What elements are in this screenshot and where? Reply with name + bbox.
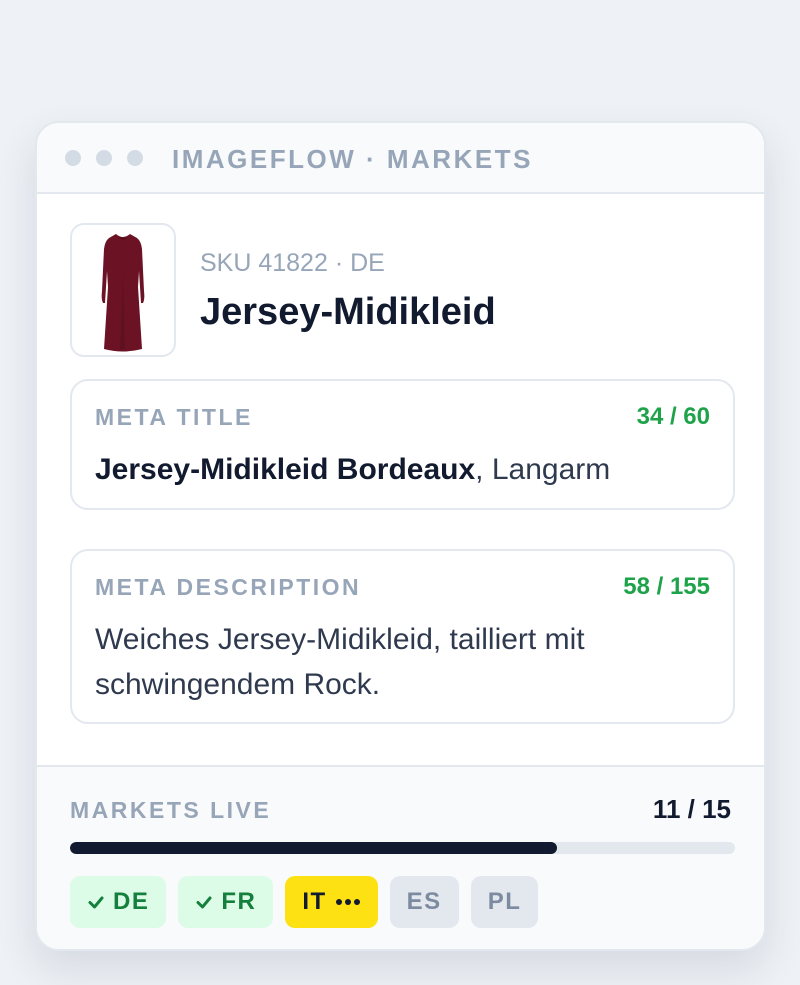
meta-description-char-count: 58 / 155 xyxy=(623,573,710,600)
window-titlebar: IMAGEFLOW · MARKETS xyxy=(37,123,764,194)
meta-title-card[interactable]: META TITLE 34 / 60 Jersey-Midikleid Bord… xyxy=(70,379,735,510)
markets-live-count: 11 / 15 xyxy=(652,794,731,824)
market-chip-label: PL xyxy=(487,888,522,915)
market-chip-label: DE xyxy=(113,888,150,915)
market-chip-label: ES xyxy=(406,888,442,915)
meta-title-value-strong: Jersey-Midikleid Bordeaux xyxy=(95,453,476,486)
product-title: Jersey-Midikleid xyxy=(200,291,496,333)
markets-progress-bar xyxy=(70,842,735,854)
markets-footer: MARKETS LIVE 11 / 15 DE FR IT ES PL xyxy=(37,765,764,949)
meta-description-value[interactable]: Weiches Jersey-Midikleid, tailliert mit … xyxy=(95,617,710,707)
meta-description-label: META DESCRIPTION xyxy=(95,574,362,600)
markets-progress-fill xyxy=(70,842,558,854)
market-chip-it[interactable]: IT xyxy=(285,876,378,928)
meta-title-label: META TITLE xyxy=(95,404,253,430)
meta-description-card[interactable]: META DESCRIPTION 58 / 155 Weiches Jersey… xyxy=(70,549,735,724)
dress-icon xyxy=(101,234,145,352)
market-chip-label: FR xyxy=(221,888,257,915)
ellipsis-icon xyxy=(335,899,360,905)
sku-locale-line: SKU 41822 · DE xyxy=(200,249,385,277)
market-chip-list: DE FR IT ES PL xyxy=(70,876,539,928)
meta-title-value[interactable]: Jersey-Midikleid Bordeaux, Langarm xyxy=(95,447,710,492)
app-title: IMAGEFLOW · MARKETS xyxy=(172,144,533,174)
meta-title-value-rest: , Langarm xyxy=(475,453,611,486)
window-dot-maximize[interactable] xyxy=(127,150,143,166)
market-chip-label: IT xyxy=(302,888,327,915)
product-thumbnail[interactable] xyxy=(70,223,176,357)
check-icon xyxy=(88,896,104,909)
app-window: IMAGEFLOW · MARKETS SKU 41822 · DE Jerse… xyxy=(35,121,766,951)
check-icon xyxy=(196,896,212,909)
markets-live-label: MARKETS LIVE xyxy=(70,797,272,823)
meta-title-char-count: 34 / 60 xyxy=(636,403,710,430)
market-chip-pl[interactable]: PL xyxy=(470,876,539,928)
market-chip-fr[interactable]: FR xyxy=(178,876,274,928)
window-dot-close[interactable] xyxy=(65,150,81,166)
market-chip-de[interactable]: DE xyxy=(70,876,167,928)
market-chip-es[interactable]: ES xyxy=(389,876,459,928)
window-dot-minimize[interactable] xyxy=(96,150,112,166)
